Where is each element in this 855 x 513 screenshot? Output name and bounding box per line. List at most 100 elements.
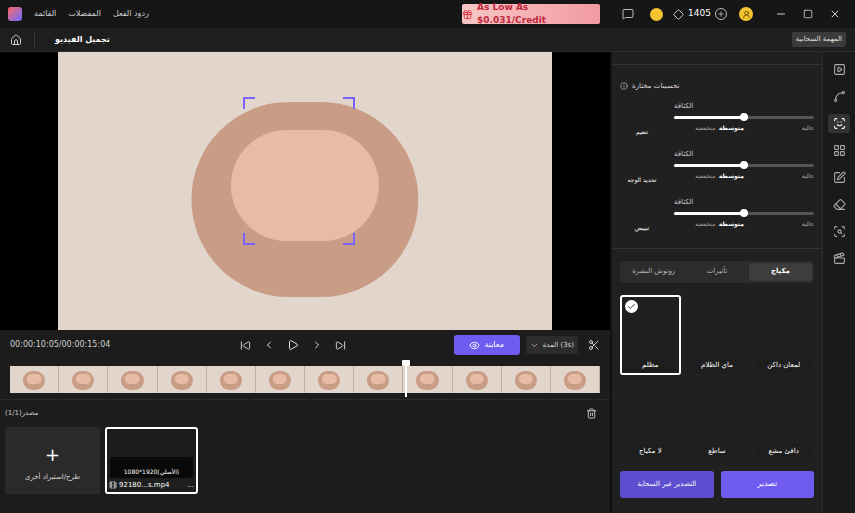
editor-area: 00:00:10:05/00:00:15:04معاينةالمدة (3s)م… xyxy=(0,52,610,513)
coin-icon[interactable] xyxy=(650,8,663,21)
duration-dropdown[interactable]: المدة (3s) xyxy=(526,336,578,354)
menu-item[interactable]: القائمة xyxy=(34,8,56,20)
makeup-preset[interactable]: ساطع xyxy=(687,381,748,461)
chevron-down-icon xyxy=(530,341,539,350)
tab[interactable]: روتوش البشرة xyxy=(622,263,685,281)
sidebar-tool[interactable] xyxy=(828,114,850,133)
timeline-strip[interactable] xyxy=(10,366,600,393)
timecode: 00:00:10:05/00:00:15:04 xyxy=(10,339,240,351)
enhancement-row: تحديد الوجهالكثافةمنخفضةمتوسطةعالية xyxy=(620,144,814,186)
photo xyxy=(453,366,502,393)
import-card[interactable]: +طرح/استيراد أخرى xyxy=(5,427,100,494)
clip-card[interactable]: 1080*1920(الأصلي) 92180...s.mp4... xyxy=(105,427,198,494)
trash-icon[interactable] xyxy=(586,408,597,419)
message-icon[interactable] xyxy=(622,8,634,20)
skip-back-icon[interactable] xyxy=(240,340,251,351)
tab[interactable]: مكياج xyxy=(749,263,812,281)
photo xyxy=(158,366,207,393)
intensity-slider[interactable] xyxy=(674,212,814,215)
enhancement-row: تنعيمالكثافةمنخفضةمتوسطةعالية xyxy=(620,96,814,138)
tab[interactable]: تأثيرات xyxy=(685,263,748,281)
face-frame xyxy=(243,97,355,245)
intensity-mark: منخفضة xyxy=(695,171,715,180)
makeup-preset[interactable]: ماي الظلام xyxy=(687,295,748,375)
skip-forward-icon[interactable] xyxy=(335,340,346,351)
minimize-icon[interactable] xyxy=(775,8,787,20)
makeup-preset[interactable]: مظلم xyxy=(620,295,681,375)
photo xyxy=(551,366,600,393)
menu-item[interactable]: ردود الفعل xyxy=(113,8,149,20)
clip-resolution: 1080*1920(الأصلي) xyxy=(124,468,179,475)
promo-banner[interactable]: As Low As $0.031/Credit xyxy=(462,4,600,24)
tool-sidebar xyxy=(822,52,855,513)
maximize-icon[interactable] xyxy=(803,9,813,19)
enhancement-name: تبييض xyxy=(620,223,664,232)
export-button[interactable]: تصدير xyxy=(721,471,815,498)
gift-icon xyxy=(462,9,473,20)
photo xyxy=(256,366,305,393)
tool-icon xyxy=(833,144,846,157)
preview-button[interactable]: معاينة xyxy=(454,335,520,355)
enhancement-row: تبييضالكثافةمنخفضةمتوسطةعالية xyxy=(620,192,814,234)
video-icon xyxy=(109,481,117,489)
sidebar-tool[interactable] xyxy=(828,168,850,187)
avatar-icon[interactable] xyxy=(739,7,753,21)
cloud-task-button[interactable]: المهمة السحابية xyxy=(792,32,846,47)
enhancement-name: تنعيم xyxy=(620,127,664,136)
menu-item[interactable]: المفضلات xyxy=(68,8,101,20)
playhead[interactable] xyxy=(405,360,407,397)
tool-icon xyxy=(833,198,846,211)
intensity-mark: عالية xyxy=(802,171,814,180)
plus-icon xyxy=(717,10,725,18)
intensity-slider[interactable] xyxy=(674,116,814,119)
credits: 1405 xyxy=(688,7,711,21)
step-back-icon[interactable] xyxy=(263,339,275,351)
preset-name: ماي الظلام xyxy=(701,360,733,371)
video-preview xyxy=(0,52,610,330)
more-button[interactable]: ... xyxy=(187,480,194,491)
tool-icon xyxy=(833,171,846,184)
eye-icon xyxy=(469,340,480,351)
intensity-mark: منخفضة xyxy=(695,123,715,132)
photo xyxy=(58,52,552,330)
makeup-preset[interactable]: لا مكياج xyxy=(620,381,681,461)
page-title: تجميل الفيديو xyxy=(55,34,110,46)
intensity-label: الكثافة xyxy=(674,198,814,207)
step-forward-icon[interactable] xyxy=(311,339,323,351)
scissors-icon[interactable] xyxy=(588,339,600,351)
intensity-mark: منخفضة xyxy=(695,219,715,228)
intensity-mark: متوسطة xyxy=(719,219,744,228)
clip-filename: 92180...s.mp4 xyxy=(119,480,170,491)
home-icon[interactable] xyxy=(10,34,22,46)
preset-name: لا مكياج xyxy=(639,446,662,457)
tool-icon xyxy=(833,63,846,76)
photo xyxy=(305,366,354,393)
sidebar-tool[interactable] xyxy=(828,195,850,214)
photo xyxy=(59,366,108,393)
sidebar-tool[interactable] xyxy=(828,249,850,268)
title-bar: القائمة المفضلات ردود الفعل As Low As $0.03… xyxy=(0,0,855,28)
sidebar-tool[interactable] xyxy=(828,60,850,79)
photo xyxy=(108,366,157,393)
close-icon[interactable] xyxy=(829,8,841,20)
tool-icon xyxy=(833,90,846,103)
preset-name: لمعان داكن xyxy=(767,360,800,371)
intensity-label: الكثافة xyxy=(674,150,814,159)
cloud-export-button[interactable]: التصدير عبر السحابة xyxy=(620,471,714,498)
play-icon[interactable] xyxy=(287,339,299,351)
sidebar-tool[interactable] xyxy=(828,222,850,241)
add-credits-button[interactable] xyxy=(715,8,727,20)
intensity-slider[interactable] xyxy=(674,164,814,167)
enhancement-name: تحديد الوجه xyxy=(620,175,664,184)
app-window: القائمة المفضلات ردود الفعل As Low As $0.03… xyxy=(0,0,855,513)
makeup-preset[interactable]: دافئ مشع xyxy=(753,381,814,461)
sidebar-tool[interactable] xyxy=(828,87,850,106)
info-icon xyxy=(620,82,628,90)
diamond-icon xyxy=(673,9,684,20)
logo-icon xyxy=(8,7,22,21)
photo xyxy=(207,366,256,393)
intensity-mark: عالية xyxy=(802,123,814,132)
tool-icon xyxy=(833,252,846,265)
makeup-preset[interactable]: لمعان داكن xyxy=(753,295,814,375)
sidebar-tool[interactable] xyxy=(828,141,850,160)
